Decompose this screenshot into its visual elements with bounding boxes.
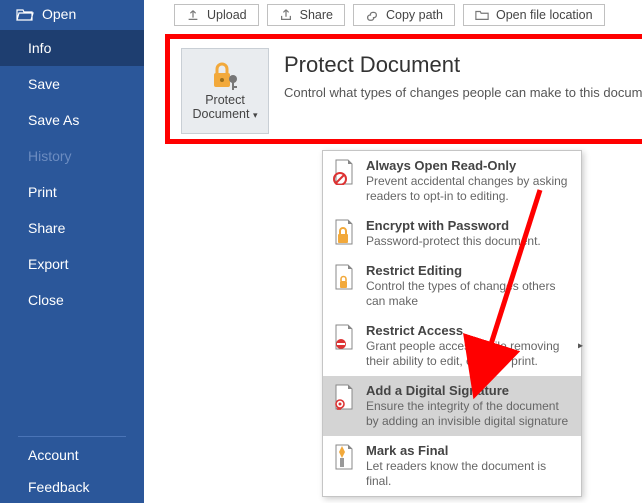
menu-desc: Ensure the integrity of the document by … <box>366 399 571 429</box>
upload-label: Upload <box>207 8 247 22</box>
protect-document-button[interactable]: ProtectDocument ▾ <box>181 48 269 134</box>
share-label: Share <box>300 8 333 22</box>
sidebar-item-share[interactable]: Share <box>0 210 144 246</box>
menu-title: Restrict Editing <box>366 263 571 278</box>
protect-document-section: ProtectDocument ▾ Protect Document Contr… <box>165 34 642 144</box>
read-only-icon <box>332 159 356 185</box>
chevron-down-icon: ▾ <box>253 110 258 120</box>
copy-path-label: Copy path <box>386 8 443 22</box>
menu-mark-as-final[interactable]: Mark as FinalLet readers know the docume… <box>323 436 581 496</box>
protect-document-title: Protect Document <box>284 52 460 78</box>
menu-desc: Control the types of changes others can … <box>366 279 571 309</box>
restrict-edit-icon <box>332 264 356 290</box>
sidebar-item-save-as[interactable]: Save As <box>0 102 144 138</box>
menu-title: Encrypt with Password <box>366 218 541 233</box>
menu-encrypt-password[interactable]: Encrypt with PasswordPassword-protect th… <box>323 211 581 256</box>
info-toolbar: Upload Share Copy path Open file locatio… <box>144 0 642 26</box>
protect-document-desc: Control what types of changes people can… <box>284 85 642 100</box>
encrypt-icon <box>332 219 356 245</box>
menu-always-read-only[interactable]: Always Open Read-OnlyPrevent accidental … <box>323 151 581 211</box>
share-button[interactable]: Share <box>267 4 345 26</box>
menu-desc: Prevent accidental changes by asking rea… <box>366 174 571 204</box>
menu-title: Add a Digital Signature <box>366 383 571 398</box>
menu-restrict-editing[interactable]: Restrict EditingControl the types of cha… <box>323 256 581 316</box>
open-file-location-label: Open file location <box>496 8 593 22</box>
upload-button[interactable]: Upload <box>174 4 259 26</box>
menu-desc: Password-protect this document. <box>366 234 541 249</box>
sidebar-item-feedback[interactable]: Feedback <box>0 471 144 503</box>
sidebar-item-close[interactable]: Close <box>0 282 144 318</box>
menu-title: Mark as Final <box>366 443 571 458</box>
sidebar-item-export[interactable]: Export <box>0 246 144 282</box>
menu-title: Always Open Read-Only <box>366 158 571 173</box>
folder-icon <box>475 8 489 22</box>
menu-title: Restrict Access <box>366 323 571 338</box>
protect-btn-line2: Document <box>193 107 250 121</box>
protect-btn-line1: Protect <box>205 93 245 107</box>
sidebar-item-save[interactable]: Save <box>0 66 144 102</box>
sidebar-item-account[interactable]: Account <box>0 439 144 471</box>
open-file-location-button[interactable]: Open file location <box>463 4 605 26</box>
final-icon <box>332 444 356 470</box>
open-label: Open <box>42 6 76 22</box>
menu-restrict-access[interactable]: Restrict AccessGrant people access while… <box>323 316 581 376</box>
menu-add-digital-signature[interactable]: Add a Digital SignatureEnsure the integr… <box>323 376 581 436</box>
info-pane: Upload Share Copy path Open file locatio… <box>144 0 642 503</box>
share-icon <box>279 8 293 22</box>
lock-key-icon <box>209 61 241 91</box>
upload-icon <box>186 8 200 22</box>
sidebar-item-info[interactable]: Info <box>0 30 144 66</box>
menu-desc: Let readers know the document is final. <box>366 459 571 489</box>
chevron-right-icon: ▸ <box>578 341 583 352</box>
backstage-sidebar: Open Info Save Save As History Print Sha… <box>0 0 144 503</box>
link-icon <box>365 8 379 22</box>
menu-desc: Grant people access while removing their… <box>366 339 571 369</box>
open-button[interactable]: Open <box>0 0 144 30</box>
restrict-access-icon <box>332 324 356 350</box>
protect-document-menu: Always Open Read-OnlyPrevent accidental … <box>322 150 582 497</box>
signature-icon <box>332 384 356 410</box>
sidebar-item-print[interactable]: Print <box>0 174 144 210</box>
sidebar-item-history: History <box>0 138 144 174</box>
folder-open-icon <box>16 7 34 21</box>
copy-path-button[interactable]: Copy path <box>353 4 455 26</box>
sidebar-separator <box>18 436 126 437</box>
